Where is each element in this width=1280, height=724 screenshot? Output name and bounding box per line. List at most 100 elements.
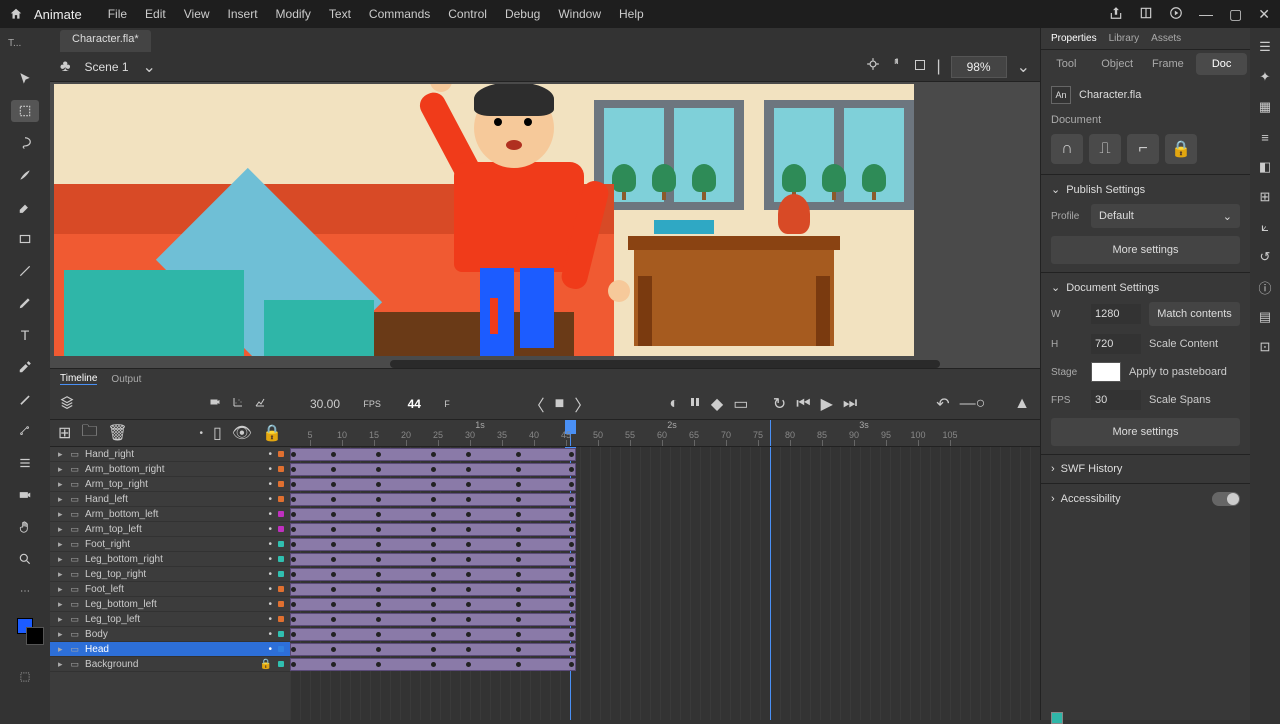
play-button-icon[interactable]: ▶ [821,394,833,414]
clip-icon[interactable] [866,57,880,76]
swatches-panel-icon[interactable]: ⊞ [1256,188,1274,206]
document-tab[interactable]: Character.fla* [60,30,151,52]
layer-row[interactable]: ▸▭Arm_top_left• [50,522,290,537]
width-input[interactable] [1091,304,1141,324]
new-folder-icon[interactable]: 🗀 [81,420,97,447]
scale-spans-checkbox[interactable] [1051,712,1063,724]
layer-row[interactable]: ▸▭Hand_right• [50,447,290,462]
fps-value[interactable]: 30.00 [310,397,340,411]
delete-layer-icon[interactable]: 🗑 [107,423,127,443]
tab-library[interactable]: Library [1109,33,1140,44]
asset-warp-tool-icon[interactable] [11,452,39,474]
transform-panel-icon[interactable]: ⟀ [1256,218,1274,236]
visibility-icon[interactable]: 👁 [232,423,252,443]
menu-file[interactable]: File [100,3,135,25]
tracks[interactable] [290,447,1040,720]
scene-icon[interactable]: ♣ [60,58,71,76]
align-panel-icon[interactable]: ≡ [1256,128,1274,146]
new-layer-icon[interactable]: ⊞ [58,423,71,443]
guides-icon[interactable]: ⌐ [1127,134,1159,164]
tab-timeline[interactable]: Timeline [60,373,97,385]
menu-modify[interactable]: Modify [268,3,319,25]
tab-output[interactable]: Output [111,374,141,385]
layer-row[interactable]: ▸▭Foot_right• [50,537,290,552]
stage-color-swatch[interactable] [1091,362,1121,382]
stage-viewport[interactable] [50,82,1040,368]
zoom-out-icon[interactable]: —○ [960,395,986,413]
stop-icon[interactable]: ■ [555,395,565,413]
hand-tool-icon[interactable] [11,516,39,538]
color-panel-icon[interactable]: ◧ [1256,158,1274,176]
stage-scrollbar[interactable] [390,360,940,368]
properties-panel-icon[interactable]: ☰ [1256,38,1274,56]
chart-icon[interactable] [254,395,266,413]
mode-frame[interactable]: Frame [1143,50,1194,78]
hand-icon[interactable] [890,57,904,76]
bone-tool-icon[interactable] [11,420,39,442]
onion-icon[interactable]: ◐ [669,395,679,413]
more-panel-icon[interactable]: ⊡ [1256,338,1274,356]
minimize-icon[interactable]: — [1199,6,1213,22]
chevron-down-icon[interactable]: ⌄ [1017,57,1030,77]
lock-icon[interactable]: 🔒 [262,423,282,443]
eyedropper-tool-icon[interactable] [11,356,39,378]
free-transform-tool-icon[interactable] [11,100,39,122]
zoom-timeline-icon[interactable]: ▲ [1014,395,1030,413]
line-tool-icon[interactable] [11,260,39,282]
layer-row[interactable]: ▸▭Leg_top_left• [50,612,290,627]
tools-panel-icon[interactable]: ✦ [1256,68,1274,86]
close-icon[interactable]: ✕ [1258,6,1270,23]
paint-tool-icon[interactable] [11,388,39,410]
eraser-tool-icon[interactable] [11,196,39,218]
next-icon[interactable]: 〉 [574,392,590,416]
menu-view[interactable]: View [176,3,218,25]
layer-row[interactable]: ▸▭Arm_top_right• [50,477,290,492]
layer-row[interactable]: ▸▭Arm_bottom_left• [50,507,290,522]
publish-header[interactable]: ⌄Publish Settings [1051,183,1240,196]
layers-icon[interactable] [60,395,74,414]
layout-icon[interactable] [1139,6,1153,23]
layer-row[interactable]: ▸▭Leg_bottom_right• [50,552,290,567]
height-input[interactable] [1091,334,1141,354]
mode-doc[interactable]: Doc [1196,53,1247,75]
history-panel-icon[interactable]: ↺ [1256,248,1274,266]
menu-text[interactable]: Text [321,3,359,25]
zoom-level[interactable]: 98% [951,56,1007,78]
layer-row[interactable]: ▸▭Background🔒 [50,657,290,672]
keyframe-icon[interactable]: ◆ [711,394,723,414]
menu-window[interactable]: Window [550,3,609,25]
prev-icon[interactable]: 〈 [529,392,545,416]
menu-debug[interactable]: Debug [497,3,548,25]
outline-icon[interactable]: ▯ [213,423,222,443]
mode-tool[interactable]: Tool [1041,50,1092,78]
rotate-icon[interactable]: | [936,58,940,76]
zoom-tool-icon[interactable] [11,548,39,570]
marker[interactable] [770,420,771,446]
graph-icon[interactable] [232,395,244,413]
rectangle-tool-icon[interactable] [11,228,39,250]
layer-row[interactable]: ▸▭Head• [50,642,290,657]
match-contents-button[interactable]: Match contents [1149,302,1240,326]
selection-tool-icon[interactable] [11,68,39,90]
stage-canvas[interactable] [54,84,914,356]
fps-input[interactable] [1091,390,1141,410]
snap-tool-icon[interactable] [11,666,39,688]
menu-edit[interactable]: Edit [137,3,174,25]
insert-frame-icon[interactable]: ▭ [733,394,748,414]
components-panel-icon[interactable]: ▤ [1256,308,1274,326]
profile-dropdown[interactable]: Default⌄ [1091,204,1240,228]
menu-help[interactable]: Help [611,3,652,25]
brush-tool-icon[interactable] [11,164,39,186]
frame-ruler[interactable]: 5101520253035404550556065707580859095100… [290,420,1040,446]
layer-row[interactable]: ▸▭Leg_bottom_left• [50,597,290,612]
chevron-down-icon[interactable]: ⌄ [143,57,156,77]
library-panel-icon[interactable]: ▦ [1256,98,1274,116]
layer-row[interactable]: ▸▭Body• [50,627,290,642]
swf-header[interactable]: ›SWF History [1051,463,1240,475]
docset-more-button[interactable]: More settings [1051,418,1240,446]
current-frame[interactable]: 44 [408,397,421,411]
docset-header[interactable]: ⌄Document Settings [1051,281,1240,294]
step-back-icon[interactable]: ⏮ [796,395,810,413]
menu-insert[interactable]: Insert [220,3,266,25]
undo-icon[interactable]: ↶ [936,394,949,414]
